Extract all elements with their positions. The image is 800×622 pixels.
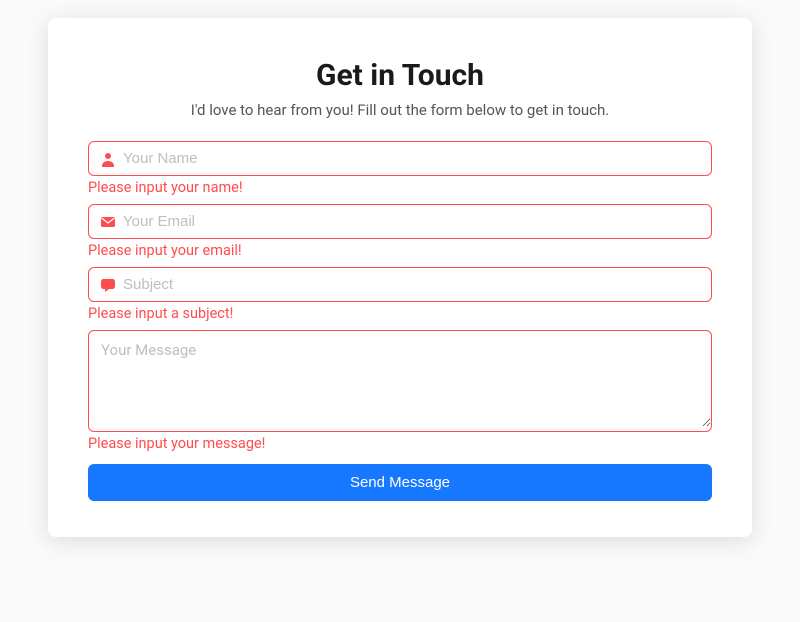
form-item-name: Please input your name!: [88, 141, 712, 196]
form-item-message: Please input your message!: [88, 330, 712, 452]
email-error: Please input your email!: [88, 242, 712, 259]
contact-card: Get in Touch I'd love to hear from you! …: [48, 18, 752, 537]
name-input[interactable]: [123, 150, 700, 167]
message-error: Please input your message!: [88, 435, 712, 452]
message-textarea[interactable]: [89, 331, 711, 427]
email-input-wrap[interactable]: [88, 204, 712, 239]
user-icon: [100, 151, 116, 167]
page-title: Get in Touch: [88, 58, 712, 93]
mail-icon: [100, 214, 116, 230]
page-subtitle: I'd love to hear from you! Fill out the …: [88, 101, 712, 119]
send-message-button[interactable]: Send Message: [88, 464, 712, 501]
subject-input-wrap[interactable]: [88, 267, 712, 302]
name-error: Please input your name!: [88, 179, 712, 196]
message-icon: [100, 277, 116, 293]
email-input[interactable]: [123, 213, 700, 230]
subject-error: Please input a subject!: [88, 305, 712, 322]
name-input-wrap[interactable]: [88, 141, 712, 176]
form-item-email: Please input your email!: [88, 204, 712, 259]
subject-input[interactable]: [123, 276, 700, 293]
form-item-subject: Please input a subject!: [88, 267, 712, 322]
message-textarea-wrap[interactable]: [88, 330, 712, 432]
